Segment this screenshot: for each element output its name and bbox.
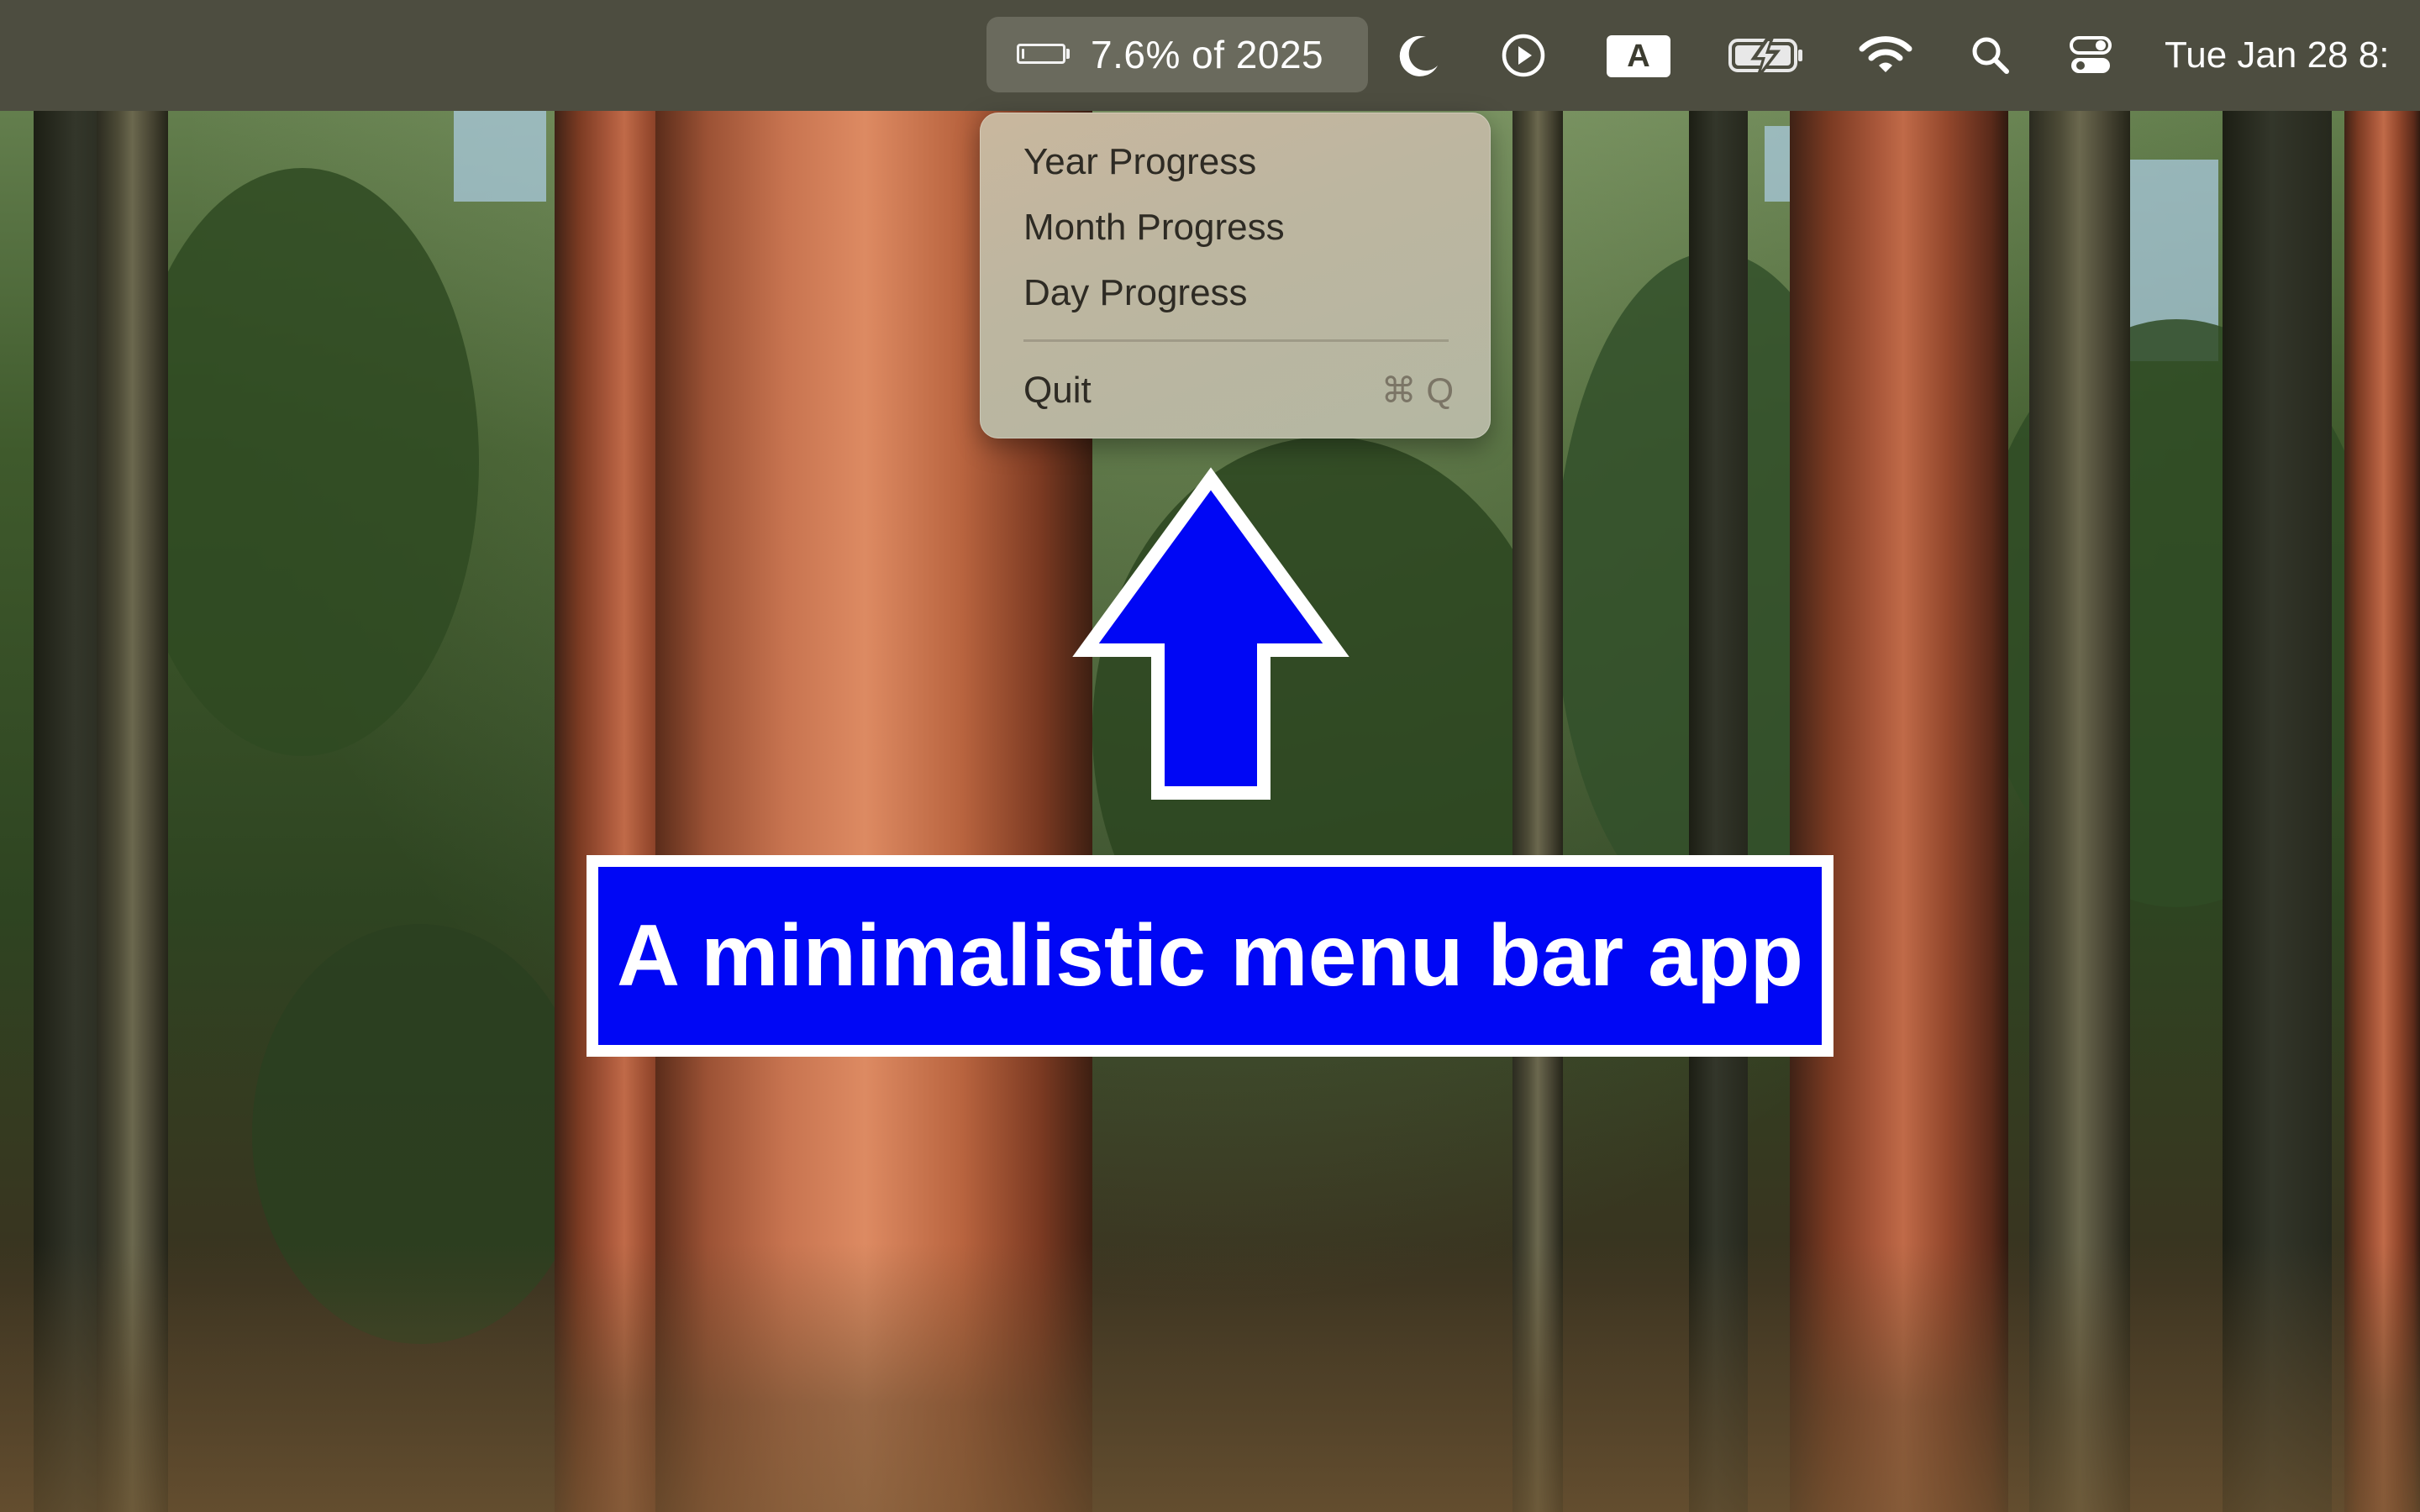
wifi-icon[interactable] bbox=[1854, 0, 1918, 111]
progress-status-item[interactable]: 7.6% of 2025 bbox=[986, 17, 1368, 92]
menu-item-day-progress[interactable]: Day Progress bbox=[1023, 264, 1248, 323]
foliage bbox=[126, 168, 479, 756]
annotation-caption-box: A minimalistic menu bar app bbox=[587, 855, 1833, 1057]
sky-patch bbox=[454, 109, 546, 202]
menu-item-month-progress[interactable]: Month Progress bbox=[1023, 198, 1285, 257]
moon-icon[interactable] bbox=[1388, 0, 1450, 111]
progress-status-text: 7.6% of 2025 bbox=[1091, 33, 1324, 76]
menu-item-quit[interactable]: Quit bbox=[1023, 361, 1092, 420]
play-circle-icon[interactable] bbox=[1492, 0, 1555, 111]
quit-shortcut: ⌘ Q bbox=[1381, 370, 1454, 410]
menu-bar-clock[interactable]: Tue Jan 28 8: bbox=[2165, 0, 2389, 111]
annotation-arrow-icon bbox=[1065, 467, 1356, 801]
menu-bar: 7.6% of 2025 A Tue Jan 28 8: bbox=[0, 0, 2420, 111]
progress-dropdown-menu: Year Progress Month Progress Day Progres… bbox=[980, 113, 1491, 438]
control-center-icon[interactable] bbox=[2060, 0, 2121, 111]
search-icon[interactable] bbox=[1961, 0, 2020, 111]
forest-floor bbox=[0, 1243, 2420, 1512]
annotation-caption: A minimalistic menu bar app bbox=[598, 867, 1822, 1045]
progress-bar-icon-nub bbox=[1066, 49, 1070, 59]
battery-charging-icon[interactable] bbox=[1724, 0, 1808, 111]
progress-bar-fill bbox=[1022, 49, 1024, 59]
menu-item-year-progress[interactable]: Year Progress bbox=[1023, 133, 1256, 192]
progress-bar-icon bbox=[1017, 44, 1065, 64]
input-source-icon[interactable]: A bbox=[1607, 35, 1670, 77]
menu-separator bbox=[1023, 339, 1449, 342]
